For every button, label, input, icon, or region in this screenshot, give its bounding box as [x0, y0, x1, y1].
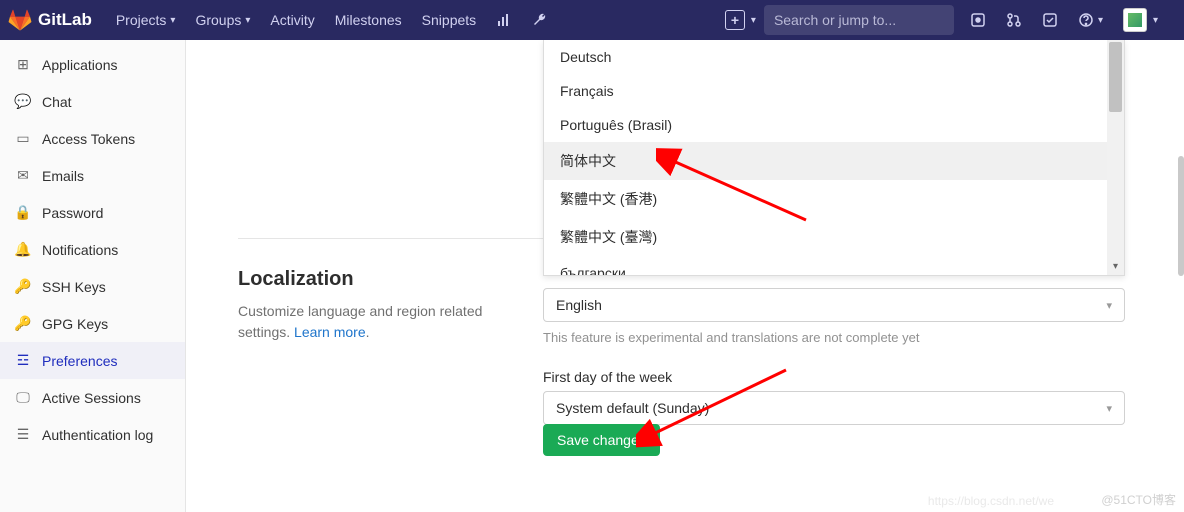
- nav-groups[interactable]: Groups ▾: [185, 0, 260, 40]
- first-day-select[interactable]: System default (Sunday) ▾: [543, 391, 1125, 425]
- sidebar-item-label: SSH Keys: [42, 279, 106, 295]
- content-area: Localization Customize language and regi…: [186, 40, 1184, 512]
- first-day-label: First day of the week: [543, 369, 1125, 385]
- token-icon: ▭: [14, 130, 32, 147]
- chevron-down-icon: ▾: [751, 15, 756, 26]
- avatar: [1123, 8, 1147, 32]
- sidebar-item-active-sessions[interactable]: 🖵 Active Sessions: [0, 379, 185, 416]
- sidebar-item-label: GPG Keys: [42, 316, 108, 332]
- key-icon: 🔑: [14, 315, 32, 332]
- chevron-down-icon: ▾: [245, 15, 250, 26]
- help-dropdown[interactable]: ▾: [1068, 12, 1113, 28]
- nav-activity[interactable]: Activity: [260, 0, 324, 40]
- sidebar-item-label: Preferences: [42, 353, 117, 369]
- language-dropdown: Deutsch Français Português (Brasil) 简体中文…: [543, 40, 1125, 276]
- chevron-down-icon: ▾: [170, 15, 175, 26]
- monitor-icon: 🖵: [14, 389, 32, 406]
- nav-groups-label: Groups: [195, 12, 241, 28]
- first-day-value: System default (Sunday): [556, 400, 709, 416]
- watermark-csdn: https://blog.csdn.net/we: [928, 494, 1054, 508]
- chevron-down-icon: ▾: [1153, 15, 1158, 26]
- merge-requests-icon[interactable]: [996, 12, 1032, 28]
- nav-activity-label: Activity: [270, 12, 314, 28]
- sidebar-item-label: Notifications: [42, 242, 118, 258]
- language-option-zhcn[interactable]: 简体中文: [544, 142, 1124, 180]
- issues-icon[interactable]: [960, 12, 996, 28]
- todos-icon[interactable]: [1032, 12, 1068, 28]
- settings-sidebar: ⊞ Applications 💬 Chat ▭ Access Tokens ✉ Emai…: [0, 40, 186, 512]
- lock-icon: 🔒: [14, 204, 32, 221]
- sidebar-item-emails[interactable]: ✉ Emails: [0, 157, 185, 194]
- sidebar-item-label: Authentication log: [42, 427, 153, 443]
- language-select-value: English: [556, 297, 602, 313]
- sidebar-item-ssh-keys[interactable]: 🔑 SSH Keys: [0, 268, 185, 305]
- nav-projects[interactable]: Projects▾: [106, 0, 186, 40]
- nav-milestones-label: Milestones: [335, 12, 402, 28]
- nav-milestones[interactable]: Milestones: [325, 0, 412, 40]
- sidebar-item-chat[interactable]: 💬 Chat: [0, 83, 185, 120]
- chevron-down-icon: ▾: [1106, 299, 1112, 312]
- save-changes-button[interactable]: Save changes: [543, 424, 660, 456]
- top-navbar: GitLab Projects▾ Groups▾ Activity Milest…: [0, 0, 1184, 40]
- sidebar-item-applications[interactable]: ⊞ Applications: [0, 46, 185, 83]
- watermark-51cto: @51CTO博客: [1101, 491, 1176, 508]
- chevron-down-icon: ▾: [1098, 15, 1103, 26]
- gitlab-logo-icon: [8, 8, 32, 32]
- nav-snippets-label: Snippets: [422, 12, 476, 28]
- analytics-icon[interactable]: [486, 12, 522, 28]
- email-icon: ✉: [14, 167, 32, 184]
- sidebar-item-label: Active Sessions: [42, 390, 141, 406]
- sidebar-item-label: Chat: [42, 94, 72, 110]
- key-icon: 🔑: [14, 278, 32, 295]
- nav-projects-label: Projects: [116, 12, 167, 28]
- user-menu[interactable]: ▾: [1113, 8, 1168, 32]
- learn-more-link[interactable]: Learn more: [294, 324, 366, 340]
- language-option-zhhk[interactable]: 繁體中文 (香港): [544, 180, 1124, 218]
- scrollbar-thumb[interactable]: [1178, 156, 1184, 276]
- bell-icon: 🔔: [14, 241, 32, 258]
- log-icon: ☰: [14, 426, 32, 443]
- applications-icon: ⊞: [14, 56, 32, 73]
- sidebar-item-label: Password: [42, 205, 103, 221]
- section-description: Customize language and region related se…: [238, 301, 508, 343]
- language-option-bg[interactable]: български: [544, 256, 1124, 276]
- admin-wrench-icon[interactable]: [522, 12, 558, 28]
- chevron-down-icon: ▾: [1106, 402, 1112, 415]
- sidebar-item-label: Access Tokens: [42, 131, 135, 147]
- new-dropdown[interactable]: + ▾: [725, 10, 756, 30]
- sidebar-item-notifications[interactable]: 🔔 Notifications: [0, 231, 185, 268]
- sidebar-item-password[interactable]: 🔒 Password: [0, 194, 185, 231]
- brand-text: GitLab: [38, 10, 92, 30]
- dropdown-scrollbar-thumb[interactable]: [1109, 42, 1122, 112]
- language-hint: This feature is experimental and transla…: [543, 330, 1125, 345]
- language-option-fr[interactable]: Français: [544, 74, 1124, 108]
- dropdown-scroll-down-icon[interactable]: ▾: [1107, 258, 1124, 275]
- section-title: Localization: [238, 268, 508, 291]
- sidebar-item-label: Emails: [42, 168, 84, 184]
- plus-icon: +: [725, 10, 745, 30]
- nav-snippets[interactable]: Snippets: [412, 0, 486, 40]
- language-option-zhtw[interactable]: 繁體中文 (臺灣): [544, 218, 1124, 256]
- preferences-icon: ☲: [14, 352, 32, 369]
- language-option-ptbr[interactable]: Português (Brasil): [544, 108, 1124, 142]
- search-input[interactable]: [774, 12, 955, 28]
- sidebar-item-access-tokens[interactable]: ▭ Access Tokens: [0, 120, 185, 157]
- sidebar-item-gpg-keys[interactable]: 🔑 GPG Keys: [0, 305, 185, 342]
- sidebar-item-label: Applications: [42, 57, 118, 73]
- search-box[interactable]: [764, 5, 954, 35]
- sidebar-item-authentication-log[interactable]: ☰ Authentication log: [0, 416, 185, 453]
- sidebar-item-preferences[interactable]: ☲ Preferences: [0, 342, 185, 379]
- language-select[interactable]: English ▾: [543, 288, 1125, 322]
- chat-icon: 💬: [14, 93, 32, 110]
- language-option-de[interactable]: Deutsch: [544, 40, 1124, 74]
- brand[interactable]: GitLab: [8, 8, 92, 32]
